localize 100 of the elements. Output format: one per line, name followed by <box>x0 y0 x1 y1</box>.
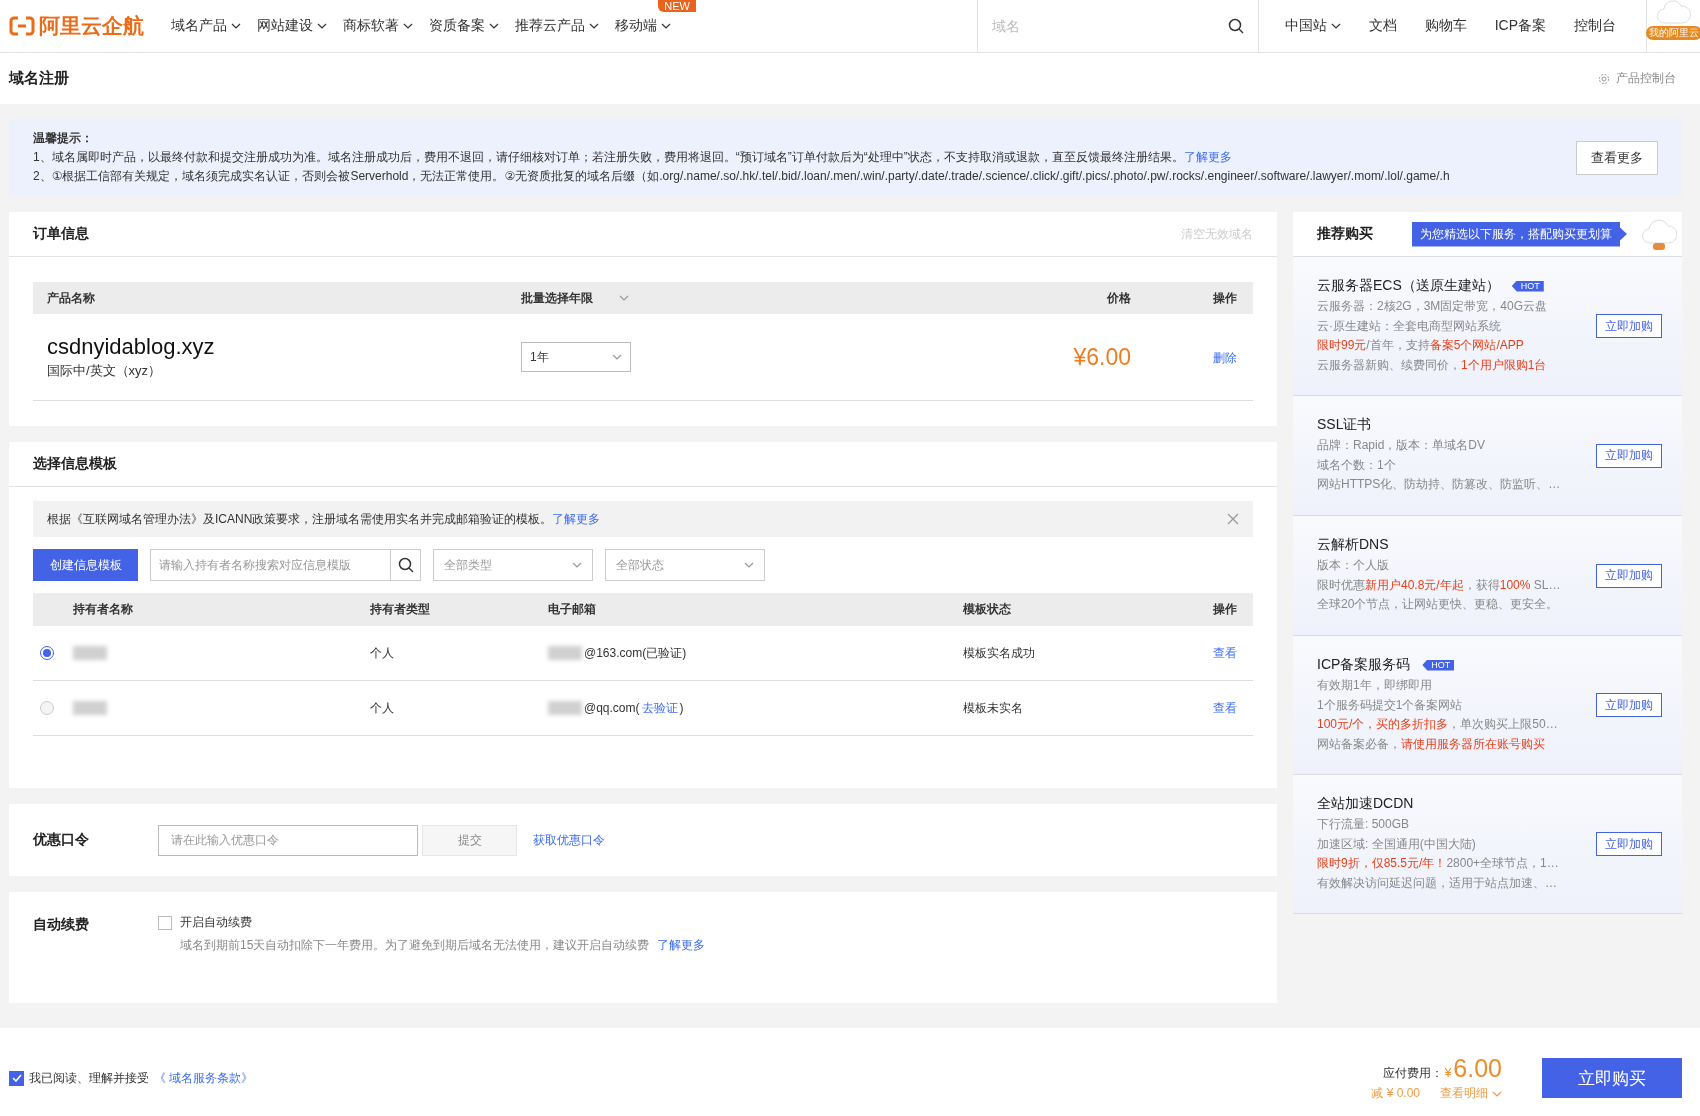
product-detail: 下行流量: 500GB <box>1317 816 1411 833</box>
email-text: ) <box>679 701 684 715</box>
nav-link[interactable]: 文档 <box>1368 17 1397 35</box>
nav-menu-item[interactable]: 推荐云产品 <box>506 17 606 35</box>
learn-more-link[interactable]: 了解更多 <box>1183 150 1232 164</box>
chevron-down-icon <box>317 23 327 29</box>
add-to-cart-button[interactable]: 立即加购 <box>1596 693 1662 717</box>
nav-link[interactable]: 中国站 <box>1284 17 1341 35</box>
total-amount: 6.00 <box>1453 1054 1502 1083</box>
nav-menu-item[interactable]: 网站建设 <box>248 17 334 35</box>
email-text: @163.com(已验证) <box>584 644 687 662</box>
nav-menu-item[interactable]: 域名产品 <box>162 17 248 35</box>
terms-link[interactable]: 《 域名服务条款》 <box>154 1069 254 1087</box>
add-to-cart-button[interactable]: 立即加购 <box>1596 314 1662 338</box>
search-icon <box>1227 18 1244 34</box>
nav-menu-item[interactable]: 商标软著 <box>334 17 420 35</box>
learn-more-link[interactable]: 了解更多 <box>657 938 706 952</box>
product-detail: 有效解决访问延迟问题，适用于站点加速、… <box>1317 874 1558 892</box>
coupon-field[interactable]: 请在此输入优惠口令 <box>158 824 418 856</box>
checkbox[interactable] <box>158 915 172 930</box>
add-to-cart-button[interactable]: 立即加购 <box>1596 443 1662 468</box>
section-title: 订单信息 <box>33 225 89 243</box>
chevron-down-icon <box>572 562 582 568</box>
notice-text: 2、①根据工信部有关规定，域名须完成实名认证，否则会被Serverhold，无法正常使用。②无资质批复的域名后缀（如.org/.name/.so/.hk/.tel/.bid/.loan/.men/.win/.party/.date/.trade/.science/.click/.gift/.pics/.photo/.pw/.rocks/.engineer/.software/.lawyer/.mom/.lol/.game/.h <box>33 168 1451 185</box>
chevron-down-icon <box>489 23 499 29</box>
table-cell-text: 个人 <box>370 699 395 717</box>
nav-menu-item[interactable]: 资质备案 <box>420 17 506 35</box>
buy-now-button[interactable]: 立即购买 <box>1542 1058 1682 1098</box>
column-header: 操作 <box>1212 289 1238 307</box>
view-more-button[interactable]: 查看更多 <box>1576 140 1658 175</box>
chevron-down-icon <box>744 562 754 568</box>
column-header: 操作 <box>1212 601 1238 618</box>
product-detail: 100元/个，买的多折扣多，单次购买上限50… <box>1317 716 1559 733</box>
email-text: @qq.com( <box>584 701 640 715</box>
notice-text: 1、域名属即时产品，以最终付款和提交注册成功为准。域名注册成功后，费用不退回，请仔细核对订单；若注册失败，费用将退回。“预订域名”订单付款后为“处理中”状态，不支持取消或退款，直至反馈最终注册结果。了解更多 <box>33 149 1233 166</box>
product-detail: 网站HTTPS化、防劫持、防篡改、防监听、… <box>1317 476 1562 494</box>
page-title: 域名注册 <box>9 69 69 88</box>
product-detail: 版本：个人版 <box>1317 557 1390 575</box>
type-filter-select[interactable]: 全部类型 <box>433 549 593 581</box>
product-name: SSL证书 <box>1317 416 1372 435</box>
view-link[interactable]: 查看 <box>1213 645 1237 660</box>
product-detail: 网站备案必备，请使用服务器所在账号购买 <box>1317 735 1546 753</box>
redacted-text <box>73 646 107 661</box>
add-to-cart-button[interactable]: 立即加购 <box>1596 832 1662 856</box>
product-detail: 域名个数：1个 <box>1317 456 1397 474</box>
period-select[interactable]: 1年 <box>521 342 631 372</box>
hot-badge: HOT <box>1422 659 1455 671</box>
checkmark-icon <box>11 1074 22 1082</box>
column-header: 价格 <box>1106 289 1132 307</box>
nav-link[interactable]: 控制台 <box>1574 17 1616 35</box>
console-link[interactable]: 产品控制台 <box>1592 69 1682 88</box>
close-icon[interactable] <box>1227 513 1239 525</box>
product-detail: 全球20个节点，让网站更快、更稳、更安全。 <box>1317 596 1560 614</box>
product-detail: 限时优惠新用户40.8元/年起，获得100% SL… <box>1317 576 1562 594</box>
agree-text: 我已阅读、理解并接受 <box>29 1069 149 1087</box>
search-field[interactable]: 域名 <box>989 17 1228 35</box>
radio-button[interactable] <box>40 646 54 660</box>
chevron-down-icon <box>403 23 413 29</box>
get-coupon-link[interactable]: 获取优惠口令 <box>533 831 605 849</box>
checkbox-label: 开启自动续费 <box>180 914 252 931</box>
price: ¥6.00 <box>1072 343 1132 371</box>
panel-title: 推荐购买 <box>1317 225 1374 243</box>
product-detail: 云服务器：2核2G，3M固定带宽，40G云盘 <box>1317 298 1549 315</box>
chevron-down-icon <box>589 23 599 29</box>
verify-link[interactable]: 去验证 <box>641 699 678 717</box>
column-header: 模板状态 <box>963 601 1012 618</box>
add-to-cart-button[interactable]: 立即加购 <box>1596 563 1662 588</box>
nav-link[interactable]: 购物车 <box>1424 17 1467 35</box>
product-detail: 有效期1年，即绑即用 <box>1317 677 1433 694</box>
holder-search-field[interactable]: 请输入持有者名称搜索对应信息模版 <box>150 549 421 581</box>
new-badge: NEW <box>658 0 696 12</box>
gear-icon <box>1598 72 1610 85</box>
product-name: ICP备案服务码 <box>1317 656 1411 674</box>
nav-menu-item[interactable]: 移动端 <box>606 17 678 35</box>
chevron-down-icon <box>661 23 671 29</box>
create-template-button[interactable]: 创建信息模板 <box>33 549 138 581</box>
product-name: 全站加速DCDN <box>1317 795 1414 813</box>
product-detail: 品牌：Rapid，版本：单域名DV <box>1317 437 1487 455</box>
logo-text: 阿里云企航 <box>39 13 144 39</box>
status-filter-select[interactable]: 全部状态 <box>605 549 765 581</box>
table-cell-text: 个人 <box>370 644 395 662</box>
delete-link[interactable]: 删除 <box>1213 350 1237 365</box>
product-detail: 云·原生建站：全套电商型网站系统 <box>1317 317 1502 335</box>
product-detail: 加速区域: 全国通用(中国大陆) <box>1317 835 1477 853</box>
policy-tip: 根据《互联网域名管理办法》及ICANN政策要求，注册域名需使用实名并完成邮箱验证的模板。了解更多 <box>47 510 601 528</box>
product-name: 云解析DNS <box>1317 536 1389 555</box>
logo-icon <box>9 15 35 37</box>
field-label: 优惠口令 <box>33 831 90 849</box>
redacted-text <box>73 701 107 716</box>
column-header: 产品名称 <box>47 289 96 307</box>
notice-title: 温馨提示： <box>33 130 94 147</box>
checkbox[interactable] <box>9 1070 24 1086</box>
field-label: 自动续费 <box>33 916 90 934</box>
product-name: 云服务器ECS（送原生建站） <box>1317 277 1500 295</box>
learn-more-link[interactable]: 了解更多 <box>552 511 601 526</box>
redacted-text <box>548 646 582 660</box>
column-header: 电子邮箱 <box>548 601 597 618</box>
nav-link[interactable]: ICP备案 <box>1494 17 1546 35</box>
product-detail: 云服务器新购、续费同价，1个用户限购1台 <box>1317 356 1548 374</box>
view-link[interactable]: 查看 <box>1213 700 1237 715</box>
